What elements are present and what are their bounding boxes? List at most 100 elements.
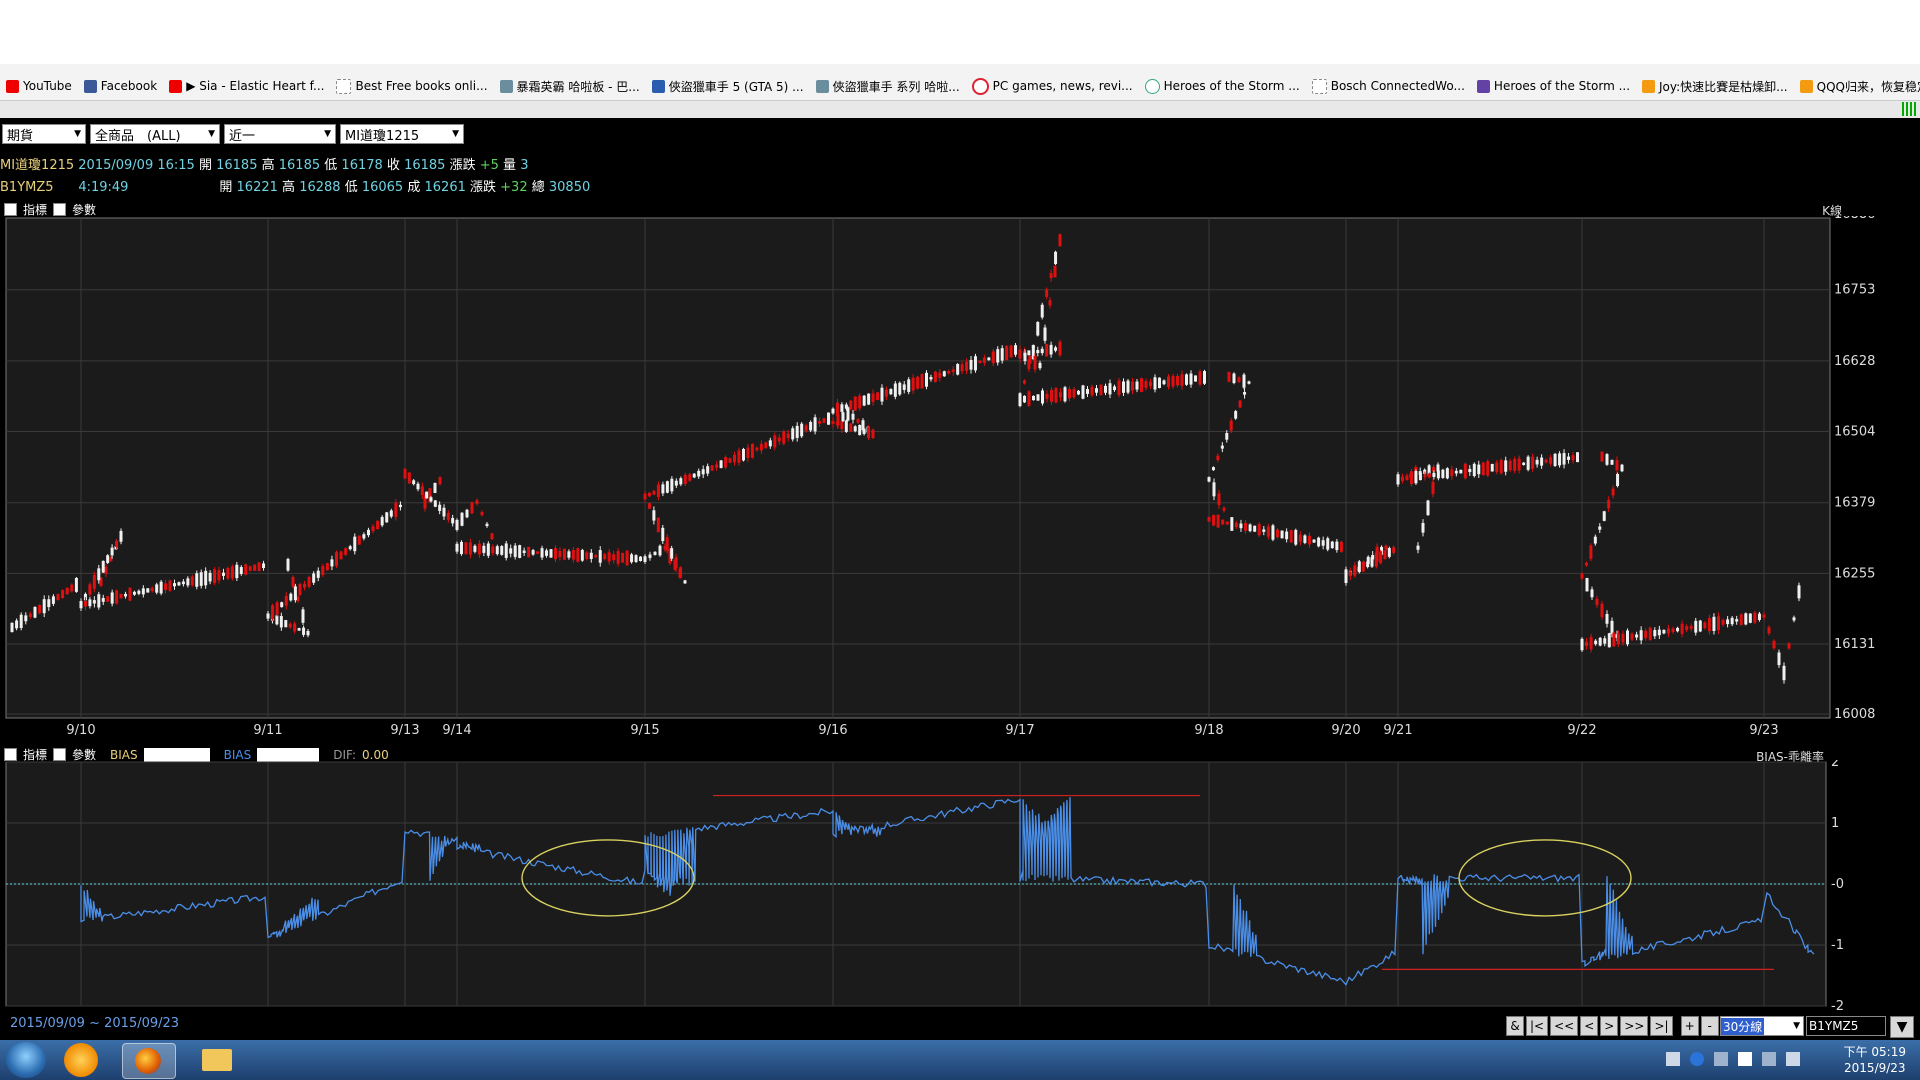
candle-body — [1486, 461, 1490, 476]
bookmark-item[interactable]: Bosch ConnectedWo... — [1311, 78, 1465, 94]
candle-body — [665, 537, 669, 551]
nav-button-1[interactable]: |< — [1526, 1016, 1549, 1036]
candle-body — [991, 351, 995, 364]
market-select[interactable]: 期貨 ▼ — [2, 124, 86, 144]
display-icon[interactable] — [1762, 1052, 1776, 1066]
candle-body — [1703, 622, 1707, 628]
bookmark-item[interactable]: Facebook — [83, 79, 157, 93]
date-axis-tick: 9/20 — [1331, 723, 1360, 736]
candle-body — [204, 570, 208, 586]
candle-body — [862, 428, 866, 434]
candle-body — [750, 443, 754, 458]
firefox-icon — [135, 1048, 161, 1074]
candle-body — [1158, 377, 1161, 388]
candle-body — [522, 550, 526, 553]
candle-body — [1598, 637, 1602, 646]
candle-body — [933, 371, 937, 382]
bookmark-item[interactable]: 俠盜獵車手 系列 哈啦... — [815, 78, 960, 95]
windows-flag-icon[interactable] — [1738, 1052, 1752, 1066]
symbol-select[interactable]: MI道瓊1215 ▼ — [340, 124, 464, 144]
timeframe-select[interactable]: 30分線 ▼ — [1720, 1016, 1804, 1036]
indicator-toggle-icon[interactable] — [4, 203, 17, 216]
nav-button-0[interactable]: & — [1506, 1016, 1524, 1036]
candle-body — [1499, 459, 1503, 474]
candle-body — [1666, 628, 1670, 634]
messenger-icon[interactable] — [64, 1043, 98, 1077]
candle-body — [1571, 455, 1575, 461]
nav-button-8[interactable]: - — [1700, 1016, 1719, 1036]
candle-body — [1598, 526, 1602, 530]
bookmark-item[interactable]: 暴霜英霸 哈啦板 - 巴... — [499, 78, 640, 95]
candle-body — [199, 572, 203, 586]
candle-body — [1262, 529, 1266, 532]
candle-body — [871, 429, 875, 439]
candle-body — [1027, 359, 1031, 370]
candle-body — [316, 570, 320, 578]
candle-body — [683, 474, 687, 484]
candle-body — [1000, 348, 1004, 361]
nav-button-2[interactable]: << — [1550, 1016, 1579, 1036]
parameter-toggle-icon[interactable] — [53, 203, 67, 216]
volume-icon[interactable] — [1786, 1052, 1800, 1066]
candle-body — [996, 349, 1000, 363]
bookmark-item[interactable]: YouTube — [6, 79, 72, 93]
chevron-down-icon: ▼ — [208, 129, 215, 139]
symbol-input[interactable]: B1YMZ5 — [1806, 1016, 1886, 1036]
nav-button-6[interactable]: >| — [1650, 1016, 1673, 1036]
quote-row-1: MI道瓊1215 2015/09/09 16:15 開 16185 高 1618… — [0, 158, 529, 173]
page-icon — [336, 78, 352, 94]
candle-body — [773, 435, 777, 448]
orange-icon — [1799, 79, 1813, 93]
candle-body — [1431, 481, 1435, 494]
file-explorer-taskbar-button[interactable] — [190, 1043, 242, 1077]
candle-body — [1744, 613, 1748, 625]
candle-body — [442, 507, 446, 517]
dropdown-arrow-button[interactable]: ▼ — [1890, 1016, 1914, 1038]
candle-body — [10, 622, 14, 633]
candle-body — [938, 372, 942, 378]
contract-month-select[interactable]: 近一 ▼ — [224, 124, 336, 144]
candle-body — [110, 592, 114, 604]
bookmark-item[interactable]: Best Free books onli... — [336, 78, 488, 94]
nav-button-3[interactable]: < — [1580, 1016, 1599, 1036]
candle-body — [929, 377, 933, 380]
product-select[interactable]: 全商品 (ALL) ▼ — [90, 124, 220, 144]
candle-body — [822, 418, 826, 423]
nav-button-7[interactable]: + — [1680, 1016, 1699, 1036]
price-axis-tick: 16628 — [1834, 354, 1875, 369]
bookmark-item[interactable]: Heroes of the Storm ... — [1144, 78, 1300, 94]
candle-body — [296, 596, 300, 602]
candle-body — [1108, 383, 1112, 395]
candle-body — [1357, 567, 1361, 571]
bookmark-item[interactable]: ▶ Sia - Elastic Heart f... — [169, 79, 324, 93]
candle-body — [1198, 371, 1202, 385]
network-icon[interactable] — [1714, 1052, 1728, 1066]
candle-body — [1027, 350, 1031, 356]
bookmark-item[interactable]: Joy:快速比賽是枯燥卸... — [1642, 78, 1788, 95]
pcgames-icon — [971, 77, 989, 95]
bookmark-item[interactable]: Heroes of the Storm ... — [1476, 79, 1630, 93]
candle-body — [119, 593, 123, 599]
candle-body — [679, 478, 683, 485]
candle-body — [1611, 488, 1615, 496]
bookmark-item[interactable]: QQQ归来，恢复稳定... — [1799, 78, 1920, 95]
firefox-taskbar-button[interactable] — [122, 1043, 176, 1079]
candle-body — [658, 545, 662, 556]
help-icon[interactable] — [1690, 1052, 1704, 1066]
nav-button-4[interactable]: > — [1600, 1016, 1619, 1036]
bookmark-item[interactable]: PC games, news, revi... — [971, 77, 1133, 95]
candle-body — [1653, 630, 1657, 637]
price-axis-tick: 16379 — [1834, 496, 1875, 511]
candle-body — [1063, 387, 1067, 402]
candle-body — [1023, 352, 1027, 362]
candle-body — [1607, 633, 1611, 648]
candle-body — [1603, 638, 1607, 644]
candle-body — [741, 448, 745, 461]
bookmark-item[interactable]: 俠盜獵車手 5 (GTA 5) ... — [651, 78, 804, 95]
nav-button-5[interactable]: >> — [1620, 1016, 1649, 1036]
candle-body — [876, 392, 880, 400]
notification-icon[interactable] — [1666, 1052, 1680, 1066]
clock[interactable]: 下午 05:19 2015/9/23 — [1844, 1044, 1906, 1076]
candle-body — [527, 546, 531, 558]
start-button[interactable] — [6, 1042, 46, 1078]
